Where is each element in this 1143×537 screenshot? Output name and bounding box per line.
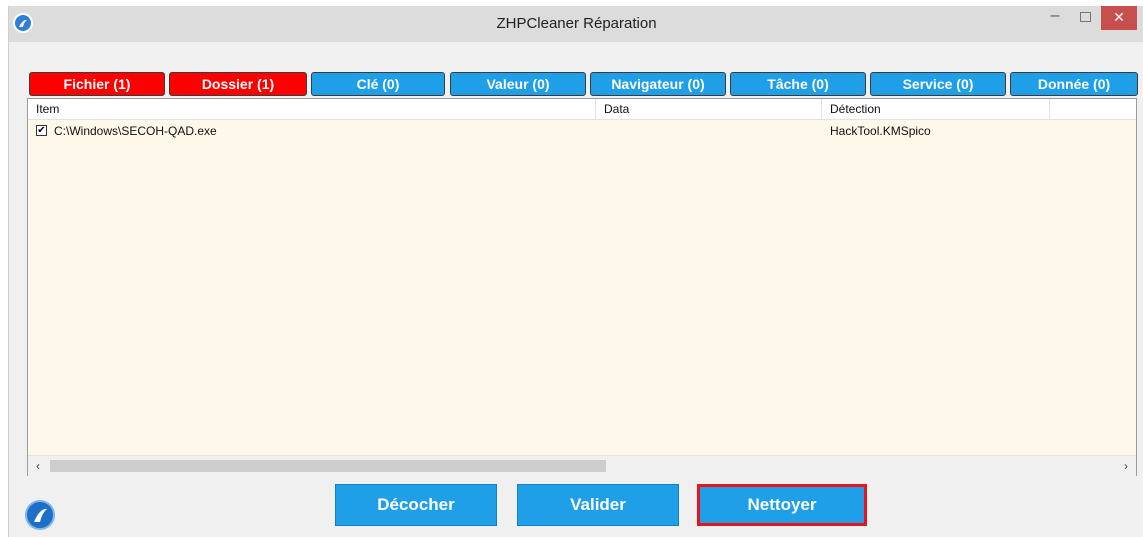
table-row[interactable]: ✔ C:\Windows\SECOH-QAD.exe HackTool.KMSp…: [28, 121, 1136, 141]
maximize-icon[interactable]: [1071, 6, 1099, 30]
table-header: Item Data Détection: [28, 99, 1136, 120]
item-detection: HackTool.KMSpico: [830, 124, 931, 138]
zhpcleaner-window: ZHPCleaner Réparation – ✕ Fichier (1) Do…: [8, 6, 1143, 537]
validate-button[interactable]: Valider: [517, 484, 679, 526]
tab-tache[interactable]: Tâche (0): [730, 72, 866, 96]
detections-table: Item Data Détection ✔ C:\Windows\SECOH-Q…: [27, 98, 1137, 476]
zhpcleaner-logo-icon: [25, 500, 55, 530]
uncheck-button[interactable]: Décocher: [335, 484, 497, 526]
close-icon[interactable]: ✕: [1101, 6, 1137, 30]
window-title: ZHPCleaner Réparation: [496, 15, 657, 32]
checkmark-icon[interactable]: ✔: [36, 125, 47, 136]
chevron-left-icon[interactable]: ‹: [30, 456, 46, 476]
clean-button[interactable]: Nettoyer: [697, 484, 867, 526]
scrollbar-thumb[interactable]: [50, 460, 606, 472]
tab-navigateur[interactable]: Navigateur (0): [590, 72, 726, 96]
item-path: C:\Windows\SECOH-QAD.exe: [54, 124, 217, 138]
column-header-detection[interactable]: Détection: [822, 99, 1050, 119]
tab-fichier[interactable]: Fichier (1): [29, 72, 165, 96]
category-tabs: Fichier (1) Dossier (1) Clé (0) Valeur (…: [29, 72, 1143, 96]
tab-cle[interactable]: Clé (0): [311, 72, 445, 96]
title-bar: ZHPCleaner Réparation – ✕: [9, 6, 1143, 42]
column-header-item[interactable]: Item: [28, 99, 596, 119]
tab-valeur[interactable]: Valeur (0): [450, 72, 586, 96]
tab-donnee[interactable]: Donnée (0): [1010, 72, 1138, 96]
tab-dossier[interactable]: Dossier (1): [169, 72, 307, 96]
horizontal-scrollbar[interactable]: ‹ ›: [28, 455, 1136, 476]
column-header-data[interactable]: Data: [596, 99, 822, 119]
minimize-icon[interactable]: –: [1041, 6, 1069, 30]
chevron-right-icon[interactable]: ›: [1118, 456, 1134, 476]
tab-service[interactable]: Service (0): [870, 72, 1006, 96]
